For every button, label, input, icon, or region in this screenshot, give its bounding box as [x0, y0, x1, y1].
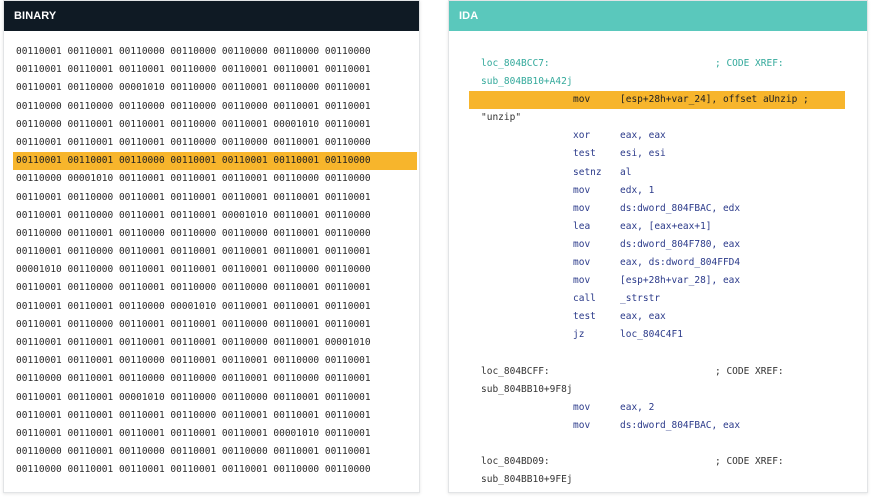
- ida-mnemonic: xor: [573, 130, 591, 142]
- ida-line: loc_804BCC7: ; CODE XREF:: [449, 55, 867, 73]
- ida-operand: [esp+28h+var_24], offset aUnzip ;: [620, 94, 809, 106]
- ida-line: lea eax, [eax+eax+1]: [449, 218, 867, 236]
- ida-operand: ds:dword_804FBAC, edx: [620, 202, 741, 214]
- ida-panel-title: IDA: [459, 10, 479, 22]
- binary-row: 00110001 00110000 00110001 00110001 0011…: [16, 318, 371, 330]
- ida-mnemonic: test: [573, 311, 596, 323]
- binary-row: 00110000 00001010 00110001 00110001 0011…: [16, 173, 371, 185]
- ida-mnemonic: mov: [573, 94, 591, 106]
- binary-row: 00001010 00110000 00110001 00110001 0011…: [16, 264, 371, 276]
- ida-operand: _strstr: [620, 293, 661, 305]
- binary-row: 00110001 00110000 00110001 00110001 0011…: [16, 246, 371, 258]
- binary-row: 00110000 00110001 00110000 00110000 0011…: [16, 227, 371, 239]
- ida-panel-header: IDA: [449, 1, 867, 31]
- ida-operand: eax, eax: [620, 130, 666, 142]
- ida-label: sub_804BB10+A42j: [481, 76, 573, 88]
- ida-operand: esi, esi: [620, 148, 666, 160]
- binary-row: 00110000 00110001 00110001 00110000 0011…: [16, 118, 371, 130]
- binary-row: 00110001 00110001 00110000 00110001 0011…: [16, 355, 371, 367]
- ida-mnemonic: mov: [573, 184, 591, 196]
- binary-row: 00110001 00110001 00110001 00110001 0011…: [16, 337, 371, 348]
- ida-mnemonic: mov: [573, 275, 591, 287]
- ida-label: loc_804BCFF:: [481, 365, 550, 377]
- ida-string-comment: "unzip": [481, 112, 522, 124]
- binary-panel: BINARY 00110001 00110001 00110000 001100…: [3, 0, 420, 493]
- ida-operand: eax, eax: [620, 311, 666, 323]
- ida-mnemonic: mov: [573, 202, 591, 214]
- ida-operand: al: [620, 166, 632, 178]
- binary-row: 00110001 00110001 00110001 00110000 0011…: [16, 409, 371, 421]
- binary-row: 00110001 00110000 00110001 00110001 0011…: [16, 191, 371, 203]
- ida-line: loc_804BCFF: ; CODE XREF:: [449, 363, 867, 381]
- ida-line: sub_804BB10+9FEj: [449, 471, 867, 489]
- ida-line: "unzip": [449, 109, 867, 127]
- ida-line: mov ds:dword_804FBAC, edx: [449, 200, 867, 218]
- ida-line: mov eax, 2: [449, 399, 867, 417]
- ida-mnemonic: mov: [573, 401, 591, 413]
- ida-label: sub_804BB10+9FEj: [481, 474, 573, 486]
- ida-line: setnz al: [449, 164, 867, 182]
- ida-operand: eax, ds:dword_804FFD4: [620, 257, 741, 269]
- ida-mnemonic: call: [573, 293, 596, 305]
- binary-panel-header: BINARY: [4, 1, 419, 31]
- ida-mnemonic: lea: [573, 220, 591, 232]
- binary-row: 00110001 00110000 00110001 00110000 0011…: [16, 282, 371, 294]
- binary-row: 00110001 00110000 00110001 00110001 0000…: [16, 209, 371, 221]
- ida-operand: [esp+28h+var_28], eax: [620, 275, 741, 287]
- binary-row: 00110000 00110000 00110000 00110000 0011…: [16, 100, 371, 112]
- ida-line: jz loc_804C4F1: [449, 326, 867, 344]
- ida-line: call _strstr: [449, 290, 867, 308]
- ida-disassembly: loc_804BCC7: ; CODE XREF: sub_804BB10+A42j…: [449, 31, 867, 489]
- binary-row: 00110001 00110001 00110001 00110001 0011…: [16, 427, 371, 439]
- ida-mnemonic: test: [573, 148, 596, 160]
- binary-row: 00110001 00110001 00110000 00110000 0011…: [16, 46, 371, 57]
- ida-label: sub_804BB10+9F8j: [481, 383, 573, 395]
- binary-row: 00110000 00110001 00110001 00110001 0011…: [16, 464, 371, 476]
- binary-panel-title: BINARY: [14, 10, 57, 22]
- ida-mnemonic: mov: [573, 257, 591, 269]
- binary-row: 00110001 00110001 00110001 00110000 0011…: [16, 64, 371, 76]
- ida-line: loc_804BD09: ; CODE XREF:: [449, 453, 867, 471]
- ida-label: loc_804BD09:: [481, 456, 550, 468]
- binary-dump: 00110001 00110001 00110000 00110000 0011…: [4, 31, 419, 480]
- ida-xref-comment: ; CODE XREF:: [715, 365, 784, 377]
- ida-line: [449, 345, 867, 363]
- binary-row: 00110000 00110001 00110000 00110000 0011…: [16, 373, 371, 385]
- ida-line: mov eax, ds:dword_804FFD4: [449, 254, 867, 272]
- ida-mnemonic: jz: [573, 329, 585, 341]
- ida-mnemonic: setnz: [573, 166, 602, 178]
- binary-row: 00110000 00110001 00110000 00110001 0011…: [16, 446, 371, 458]
- ida-line: mov edx, 1: [449, 182, 867, 200]
- binary-row: 00110001 00110000 00001010 00110000 0011…: [16, 82, 371, 94]
- binary-row: 00110001 00110001 00001010 00110000 0011…: [16, 391, 371, 403]
- ida-line: [449, 435, 867, 453]
- ida-line: sub_804BB10+A42j: [449, 73, 867, 91]
- ida-line: sub_804BB10+9F8j: [449, 381, 867, 399]
- ida-mnemonic: mov: [573, 419, 591, 431]
- ida-operand: eax, [eax+eax+1]: [620, 220, 712, 232]
- ida-operand: ds:dword_804F780, eax: [620, 238, 741, 250]
- ida-line: xor eax, eax: [449, 127, 867, 145]
- ida-line-highlighted: mov [esp+28h+var_24], offset aUnzip ;: [449, 91, 867, 110]
- ida-line: test esi, esi: [449, 145, 867, 163]
- binary-row: 00110001 00110001 00110000 00001010 0011…: [16, 300, 371, 312]
- ida-label: loc_804BCC7:: [481, 58, 550, 69]
- ida-line: mov ds:dword_804FBAC, eax: [449, 417, 867, 435]
- ida-line: mov ds:dword_804F780, eax: [449, 236, 867, 254]
- binary-row-highlighted: 00110001 00110001 00110000 00110001 0011…: [13, 152, 417, 171]
- ida-xref-comment: ; CODE XREF:: [715, 456, 784, 468]
- ida-panel: IDA loc_804BCC7: ; CODE XREF: sub_804BB10+…: [448, 0, 868, 493]
- ida-line: mov [esp+28h+var_28], eax: [449, 272, 867, 290]
- ida-operand: ds:dword_804FBAC, eax: [620, 419, 741, 431]
- ida-line: test eax, eax: [449, 308, 867, 326]
- ida-operand: eax, 2: [620, 401, 655, 413]
- ida-operand: loc_804C4F1: [620, 329, 683, 341]
- binary-row: 00110001 00110001 00110001 00110000 0011…: [16, 136, 371, 148]
- ida-operand: edx, 1: [620, 184, 655, 196]
- ida-mnemonic: mov: [573, 238, 591, 250]
- ida-xref-comment: ; CODE XREF:: [715, 58, 784, 69]
